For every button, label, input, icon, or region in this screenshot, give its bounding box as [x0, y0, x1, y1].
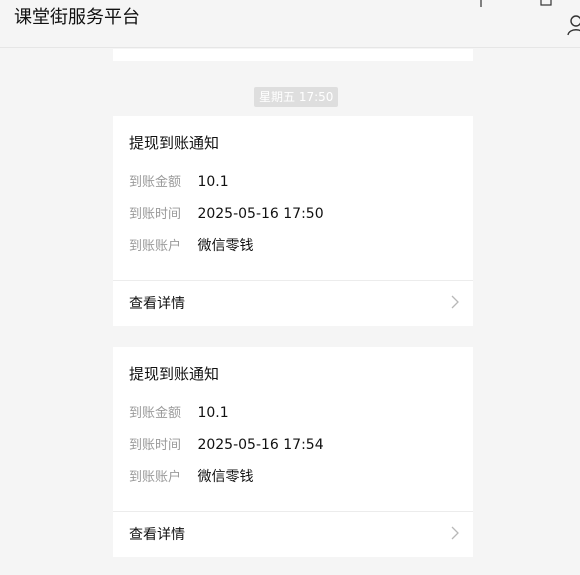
- view-details-link[interactable]: 查看详情: [113, 512, 473, 557]
- field-time: 到账时间 2025-05-16 17:54: [129, 435, 324, 456]
- field-account: 到账账户 微信零钱: [129, 467, 253, 488]
- field-amount: 到账金额 10.1: [129, 403, 229, 424]
- view-details-label: 查看详情: [129, 296, 185, 312]
- maximize-icon[interactable]: [540, 0, 552, 6]
- withdrawal-notice-card: 提现到账通知 到账金额 10.1 到账时间 2025-05-16 17:50 到…: [113, 116, 473, 326]
- field-label: 到账账户: [129, 239, 182, 254]
- chat-title: 课堂街服务平台: [14, 7, 140, 28]
- withdrawal-notice-card: 提现到账通知 到账金额 10.1 到账时间 2025-05-16 17:54 到…: [113, 347, 473, 557]
- field-value: 微信零钱: [197, 469, 254, 485]
- message-timestamp: 星期五 17:50: [254, 87, 339, 107]
- field-amount: 到账金额 10.1: [129, 172, 229, 193]
- field-label: 到账账户: [129, 470, 182, 485]
- card-title: 提现到账通知: [129, 365, 220, 383]
- field-label: 到账金额: [129, 175, 182, 190]
- pin-icon[interactable]: [474, 0, 488, 8]
- chevron-right-icon: [451, 295, 459, 309]
- view-details-label: 查看详情: [129, 527, 185, 543]
- field-label: 到账时间: [129, 438, 182, 453]
- field-value: 10.1: [197, 405, 229, 421]
- window-header: 课堂街服务平台: [0, 0, 580, 48]
- field-label: 到账时间: [129, 207, 182, 222]
- user-icon[interactable]: [566, 14, 580, 36]
- field-time: 到账时间 2025-05-16 17:50: [129, 204, 324, 225]
- previous-message-card: [113, 49, 473, 61]
- field-value: 10.1: [197, 174, 229, 190]
- chat-window: 课堂街服务平台 星期五 17:50 提现到账通知 到账金额 10.1 到账时间 …: [0, 0, 580, 575]
- field-value: 2025-05-16 17:50: [197, 206, 324, 222]
- field-value: 2025-05-16 17:54: [197, 437, 324, 453]
- field-value: 微信零钱: [197, 238, 254, 254]
- card-title: 提现到账通知: [129, 134, 220, 152]
- field-account: 到账账户 微信零钱: [129, 236, 253, 257]
- chevron-right-icon: [451, 526, 459, 540]
- view-details-link[interactable]: 查看详情: [113, 281, 473, 326]
- field-label: 到账金额: [129, 406, 182, 421]
